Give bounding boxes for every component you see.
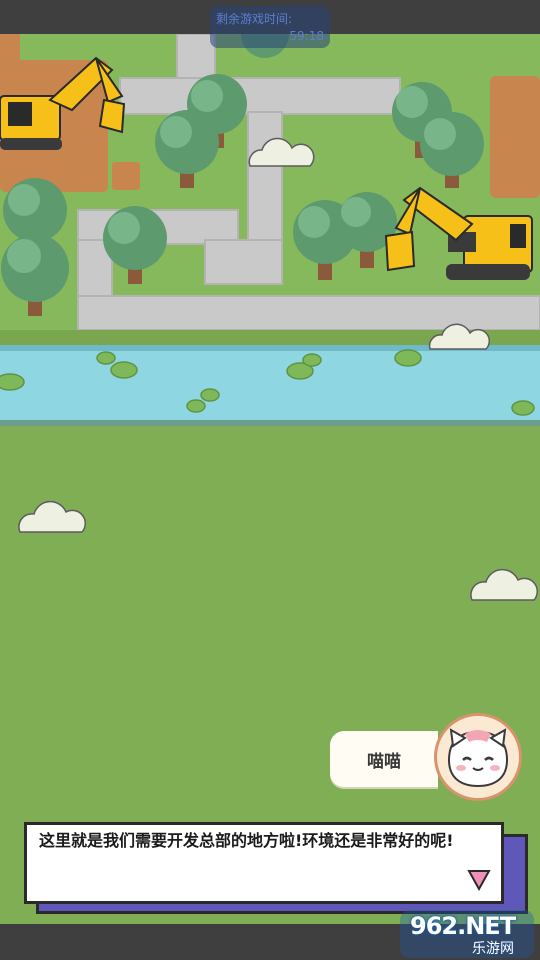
npc-name-tag: 喵喵 — [330, 731, 438, 787]
game-map — [0, 10, 540, 601]
cloud — [18, 500, 86, 533]
watermark-sub: 乐游网 — [472, 941, 514, 957]
triangle-down-icon[interactable] — [467, 869, 491, 891]
npc-avatar — [434, 713, 522, 801]
watermark-brand: 962.NET — [410, 912, 516, 940]
cloud — [470, 568, 538, 601]
timer-value: 59:18 — [289, 29, 324, 43]
dirt-plot — [112, 162, 140, 190]
dirt-plot — [490, 76, 540, 198]
cat-face-icon — [437, 716, 519, 798]
dialog-box[interactable]: 这里就是我们需要开发总部的地方啦!环境还是非常好的呢! — [24, 822, 504, 904]
dialog-text: 这里就是我们需要开发总部的地方啦!环境还是非常好的呢! — [39, 831, 454, 850]
dirt-plot — [0, 34, 20, 64]
timer-label: 剩余游戏时间: — [216, 12, 293, 26]
river — [0, 345, 540, 425]
timer-panel: 剩余游戏时间: 59:18 — [210, 6, 330, 48]
npc-name: 喵喵 — [367, 751, 401, 772]
